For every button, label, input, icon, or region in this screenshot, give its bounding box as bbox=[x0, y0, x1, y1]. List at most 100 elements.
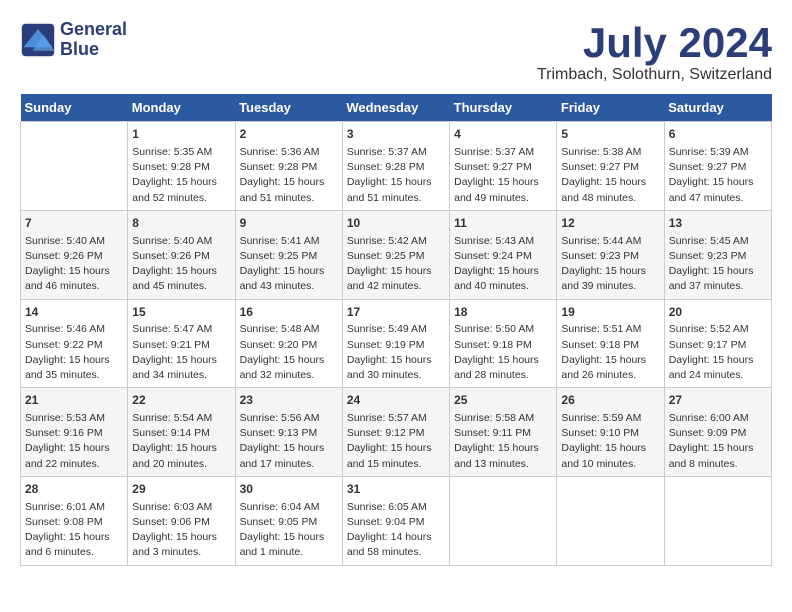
day-number: 27 bbox=[669, 392, 767, 409]
calendar-cell: 20Sunrise: 5:52 AM Sunset: 9:17 PM Dayli… bbox=[664, 299, 771, 388]
day-number: 5 bbox=[561, 126, 659, 143]
cell-content: Sunrise: 5:40 AM Sunset: 9:26 PM Dayligh… bbox=[132, 234, 230, 295]
calendar-cell: 14Sunrise: 5:46 AM Sunset: 9:22 PM Dayli… bbox=[21, 299, 128, 388]
day-number: 20 bbox=[669, 304, 767, 321]
header-cell-tuesday: Tuesday bbox=[235, 94, 342, 122]
day-number: 3 bbox=[347, 126, 445, 143]
calendar-cell: 1 Sunrise: 5:35 AM Sunset: 9:28 PM Daylig… bbox=[128, 122, 235, 211]
calendar-cell: 3Sunrise: 5:37 AM Sunset: 9:28 PM Daylig… bbox=[342, 122, 449, 211]
cell-content: Sunrise: 6:05 AM Sunset: 9:04 PM Dayligh… bbox=[347, 500, 445, 561]
calendar-header: SundayMondayTuesdayWednesdayThursdayFrid… bbox=[21, 94, 772, 122]
calendar-cell: 8 Sunrise: 5:40 AM Sunset: 9:26 PM Daylig… bbox=[128, 210, 235, 299]
cell-content: Sunrise: 5:43 AM Sunset: 9:24 PM Dayligh… bbox=[454, 234, 552, 295]
day-number: 29 bbox=[132, 481, 230, 498]
calendar-body: 1 Sunrise: 5:35 AM Sunset: 9:28 PM Daylig… bbox=[21, 122, 772, 565]
cell-content: Sunrise: 6:04 AM Sunset: 9:05 PM Dayligh… bbox=[240, 500, 338, 561]
day-number: 12 bbox=[561, 215, 659, 232]
header-cell-saturday: Saturday bbox=[664, 94, 771, 122]
calendar-cell bbox=[557, 476, 664, 565]
day-number: 10 bbox=[347, 215, 445, 232]
logo-text-line2: Blue bbox=[60, 40, 127, 60]
logo-icon bbox=[20, 22, 56, 58]
calendar-cell: 25Sunrise: 5:58 AM Sunset: 9:11 PM Dayli… bbox=[450, 388, 557, 477]
day-number: 9 bbox=[240, 215, 338, 232]
day-number: 26 bbox=[561, 392, 659, 409]
day-number: 15 bbox=[132, 304, 230, 321]
week-row: 21Sunrise: 5:53 AM Sunset: 9:16 PM Dayli… bbox=[21, 388, 772, 477]
day-number: 24 bbox=[347, 392, 445, 409]
header-cell-wednesday: Wednesday bbox=[342, 94, 449, 122]
cell-content: Sunrise: 5:35 AM Sunset: 9:28 PM Dayligh… bbox=[132, 145, 230, 206]
day-number: 14 bbox=[25, 304, 123, 321]
day-number: 22 bbox=[132, 392, 230, 409]
cell-content: Sunrise: 5:39 AM Sunset: 9:27 PM Dayligh… bbox=[669, 145, 767, 206]
calendar-cell: 12 Sunrise: 5:44 AM Sunset: 9:23 PM Dayli… bbox=[557, 210, 664, 299]
cell-content: Sunrise: 5:41 AM Sunset: 9:25 PM Dayligh… bbox=[240, 234, 338, 295]
day-number: 18 bbox=[454, 304, 552, 321]
calendar-cell bbox=[664, 476, 771, 565]
cell-content: Sunrise: 5:44 AM Sunset: 9:23 PM Dayligh… bbox=[561, 234, 659, 295]
cell-content: Sunrise: 5:59 AM Sunset: 9:10 PM Dayligh… bbox=[561, 411, 659, 472]
cell-content: Sunrise: 5:37 AM Sunset: 9:27 PM Dayligh… bbox=[454, 145, 552, 206]
cell-content: Sunrise: 6:00 AM Sunset: 9:09 PM Dayligh… bbox=[669, 411, 767, 472]
cell-content: Sunrise: 6:01 AM Sunset: 9:08 PM Dayligh… bbox=[25, 500, 123, 561]
day-number: 7 bbox=[25, 215, 123, 232]
day-number: 6 bbox=[669, 126, 767, 143]
cell-content: Sunrise: 5:50 AM Sunset: 9:18 PM Dayligh… bbox=[454, 322, 552, 383]
cell-content: Sunrise: 5:46 AM Sunset: 9:22 PM Dayligh… bbox=[25, 322, 123, 383]
header-cell-thursday: Thursday bbox=[450, 94, 557, 122]
cell-content: Sunrise: 5:52 AM Sunset: 9:17 PM Dayligh… bbox=[669, 322, 767, 383]
calendar-cell: 9 Sunrise: 5:41 AM Sunset: 9:25 PM Daylig… bbox=[235, 210, 342, 299]
cell-content: Sunrise: 5:48 AM Sunset: 9:20 PM Dayligh… bbox=[240, 322, 338, 383]
cell-content: Sunrise: 6:03 AM Sunset: 9:06 PM Dayligh… bbox=[132, 500, 230, 561]
calendar-cell: 11 Sunrise: 5:43 AM Sunset: 9:24 PM Dayli… bbox=[450, 210, 557, 299]
calendar-cell: 23 Sunrise: 5:56 AM Sunset: 9:13 PM Dayli… bbox=[235, 388, 342, 477]
calendar-cell: 5Sunrise: 5:38 AM Sunset: 9:27 PM Daylig… bbox=[557, 122, 664, 211]
day-number: 23 bbox=[240, 392, 338, 409]
day-number: 31 bbox=[347, 481, 445, 498]
cell-content: Sunrise: 5:51 AM Sunset: 9:18 PM Dayligh… bbox=[561, 322, 659, 383]
calendar-cell: 6 Sunrise: 5:39 AM Sunset: 9:27 PM Daylig… bbox=[664, 122, 771, 211]
calendar-cell: 15Sunrise: 5:47 AM Sunset: 9:21 PM Dayli… bbox=[128, 299, 235, 388]
cell-content: Sunrise: 5:42 AM Sunset: 9:25 PM Dayligh… bbox=[347, 234, 445, 295]
calendar-cell: 10 Sunrise: 5:42 AM Sunset: 9:25 PM Dayli… bbox=[342, 210, 449, 299]
calendar-cell: 7Sunrise: 5:40 AM Sunset: 9:26 PM Daylig… bbox=[21, 210, 128, 299]
header-cell-monday: Monday bbox=[128, 94, 235, 122]
week-row: 1 Sunrise: 5:35 AM Sunset: 9:28 PM Daylig… bbox=[21, 122, 772, 211]
calendar-table: SundayMondayTuesdayWednesdayThursdayFrid… bbox=[20, 94, 772, 565]
calendar-cell: 31 Sunrise: 6:05 AM Sunset: 9:04 PM Dayli… bbox=[342, 476, 449, 565]
day-number: 30 bbox=[240, 481, 338, 498]
calendar-cell: 17Sunrise: 5:49 AM Sunset: 9:19 PM Dayli… bbox=[342, 299, 449, 388]
calendar-cell: 27 Sunrise: 6:00 AM Sunset: 9:09 PM Dayli… bbox=[664, 388, 771, 477]
day-number: 19 bbox=[561, 304, 659, 321]
calendar-cell: 16Sunrise: 5:48 AM Sunset: 9:20 PM Dayli… bbox=[235, 299, 342, 388]
week-row: 7 Sunrise: 5:40 AM Sunset: 9:26 PM Daylig… bbox=[21, 210, 772, 299]
day-number: 8 bbox=[132, 215, 230, 232]
calendar-cell: 22Sunrise: 5:54 AM Sunset: 9:14 PM Dayli… bbox=[128, 388, 235, 477]
calendar-cell bbox=[21, 122, 128, 211]
calendar-cell: 4 Sunrise: 5:37 AM Sunset: 9:27 PM Daylig… bbox=[450, 122, 557, 211]
calendar-cell: 30 Sunrise: 6:04 AM Sunset: 9:05 PM Dayli… bbox=[235, 476, 342, 565]
header-cell-friday: Friday bbox=[557, 94, 664, 122]
day-number: 16 bbox=[240, 304, 338, 321]
header: General Blue July 2024 Trimbach, Solothu… bbox=[20, 20, 772, 84]
day-number: 1 bbox=[132, 126, 230, 143]
cell-content: Sunrise: 5:45 AM Sunset: 9:23 PM Dayligh… bbox=[669, 234, 767, 295]
day-number: 21 bbox=[25, 392, 123, 409]
day-number: 11 bbox=[454, 215, 552, 232]
logo-text-line1: General bbox=[60, 20, 127, 40]
main-title: July 2024 bbox=[537, 20, 772, 66]
day-number: 13 bbox=[669, 215, 767, 232]
day-number: 2 bbox=[240, 126, 338, 143]
cell-content: Sunrise: 5:56 AM Sunset: 9:13 PM Dayligh… bbox=[240, 411, 338, 472]
calendar-cell: 19Sunrise: 5:51 AM Sunset: 9:18 PM Dayli… bbox=[557, 299, 664, 388]
calendar-cell: 26 Sunrise: 5:59 AM Sunset: 9:10 PM Dayli… bbox=[557, 388, 664, 477]
cell-content: Sunrise: 5:49 AM Sunset: 9:19 PM Dayligh… bbox=[347, 322, 445, 383]
week-row: 14Sunrise: 5:46 AM Sunset: 9:22 PM Dayli… bbox=[21, 299, 772, 388]
title-area: July 2024 Trimbach, Solothurn, Switzerla… bbox=[537, 20, 772, 84]
day-number: 25 bbox=[454, 392, 552, 409]
week-row: 28Sunrise: 6:01 AM Sunset: 9:08 PM Dayli… bbox=[21, 476, 772, 565]
calendar-cell: 29 Sunrise: 6:03 AM Sunset: 9:06 PM Dayli… bbox=[128, 476, 235, 565]
day-number: 4 bbox=[454, 126, 552, 143]
calendar-cell: 21Sunrise: 5:53 AM Sunset: 9:16 PM Dayli… bbox=[21, 388, 128, 477]
